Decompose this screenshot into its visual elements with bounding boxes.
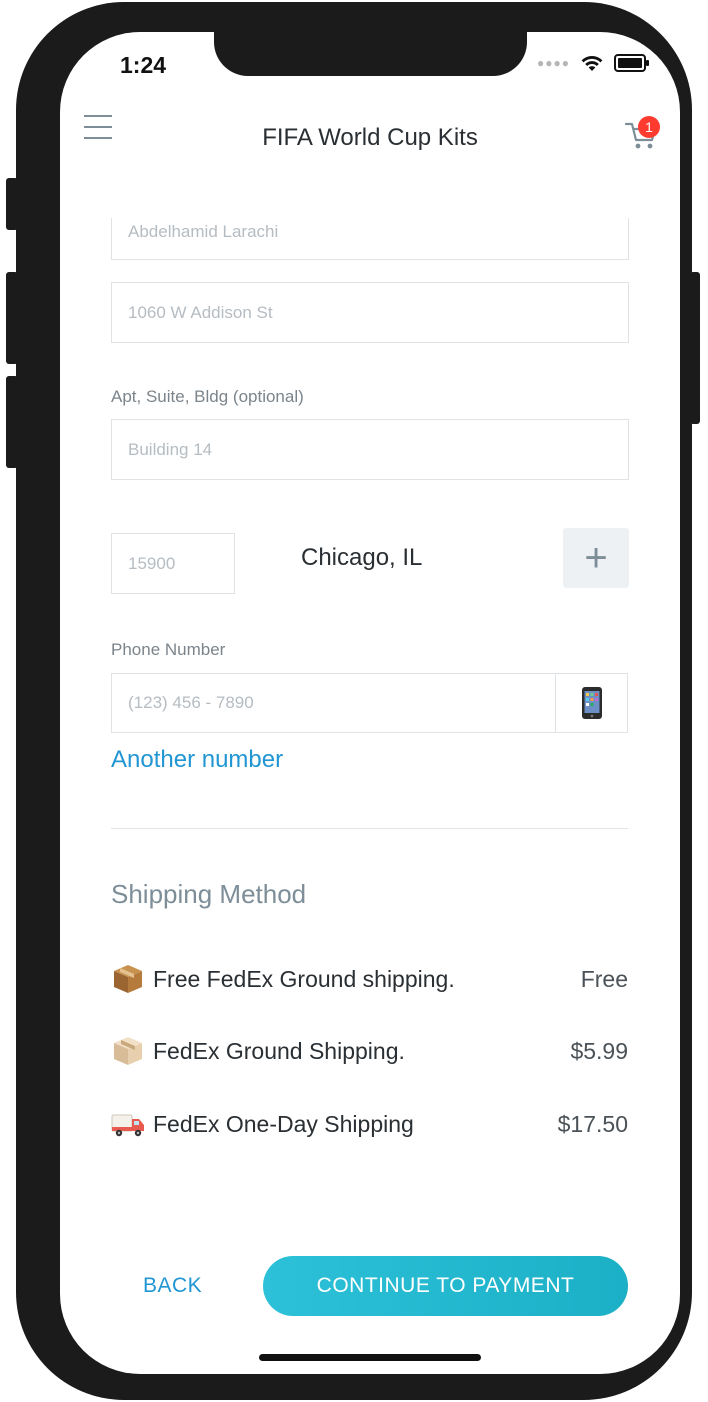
shipping-option-name: FedEx Ground Shipping. [153,1037,405,1064]
section-divider [111,828,628,829]
zip-code-field[interactable]: 15900 [111,533,235,594]
shipping-option-price: $5.99 [570,1037,628,1064]
apt-label: Apt, Suite, Bldg (optional) [111,387,304,406]
shipping-option-price: $17.50 [557,1110,628,1137]
shipping-option-name: Free FedEx Ground shipping. [153,965,455,992]
battery-icon [614,54,649,72]
shipping-option-ground[interactable]: FedEx Ground Shipping. $5.99 [111,1031,628,1071]
package-icon [114,965,142,993]
add-button[interactable]: + [563,528,629,588]
apt-field[interactable]: Building 14 [111,419,629,480]
app-screen: 1:24 ●●●● FIFA World Cup Kits 1 Abdelham… [60,32,680,1374]
status-time: 1:24 [120,52,167,78]
home-indicator[interactable] [259,1354,481,1361]
shipping-option-name: FedEx One-Day Shipping [153,1110,414,1137]
phone-number-placeholder: (123) 456 - 7890 [128,693,254,712]
full-name-placeholder: Abdelhamid Larachi [128,222,279,241]
street-address-field[interactable]: 1060 W Addison St [111,282,629,343]
shipping-option-price: Free [580,965,628,992]
continue-button-label: CONTINUE TO PAYMENT [316,1274,575,1297]
status-icons: ●●●● [537,54,649,72]
phone-number-label: Phone Number [111,640,226,659]
phone-type-button[interactable] [555,673,628,733]
city-state-text: Chicago, IL [301,544,423,571]
mobile-phone-icon [581,687,602,719]
continue-to-payment-button[interactable]: CONTINUE TO PAYMENT [263,1256,628,1316]
apt-placeholder: Building 14 [128,439,213,459]
wifi-icon [581,56,603,71]
box-icon [114,1037,142,1065]
shipping-option-free-ground[interactable]: Free FedEx Ground shipping. Free [111,959,628,999]
back-button[interactable]: BACK [143,1274,202,1298]
notch [214,32,527,76]
shipping-option-one-day[interactable]: FedEx One-Day Shipping $17.50 [111,1104,628,1144]
shipping-method-heading: Shipping Method [111,879,307,909]
full-name-field[interactable]: Abdelhamid Larachi [111,218,629,260]
delivery-truck-icon [111,1114,144,1137]
another-number-link[interactable]: Another number [111,746,283,774]
street-address-placeholder: 1060 W Addison St [128,302,273,322]
cellular-signal-icon: ●●●● [537,56,570,70]
phone-number-field[interactable]: (123) 456 - 7890 [111,673,556,733]
cart-count-badge: 1 [638,116,660,138]
zip-code-placeholder: 15900 [128,553,176,573]
plus-icon: + [584,536,608,580]
page-title: FIFA World Cup Kits [262,124,478,151]
phone-frame: 1:24 ●●●● FIFA World Cup Kits 1 Abdelham… [16,2,692,1400]
